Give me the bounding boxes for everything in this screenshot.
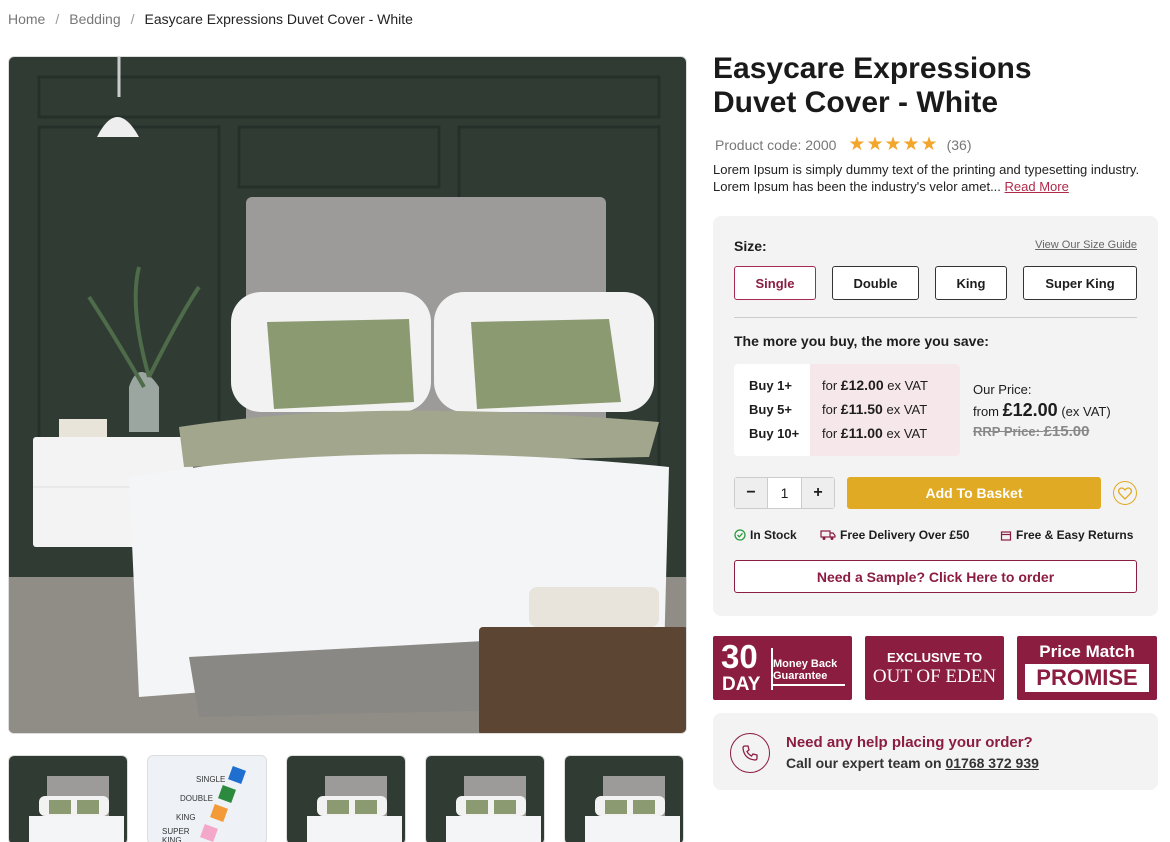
badge-text: EXCLUSIVE TO xyxy=(886,650,983,665)
badge-underline xyxy=(773,684,845,686)
breadcrumb: Home / Bedding / Easycare Expressions Du… xyxy=(8,11,413,27)
phone-icon[interactable] xyxy=(730,733,770,773)
brand-logo-text: OUT OF EDEN xyxy=(872,666,997,687)
thumbnail-3[interactable] xyxy=(286,755,406,842)
tier-price: for £11.50 ex VAT xyxy=(822,401,928,417)
breadcrumb-current: Easycare Expressions Duvet Cover - White xyxy=(144,11,413,27)
size-option-single[interactable]: Single xyxy=(734,266,816,300)
thumbnail-5[interactable] xyxy=(564,755,684,842)
quantity-stepper: − 1 + xyxy=(734,477,835,509)
bed-thumbnail-image xyxy=(287,756,405,842)
product-description: Lorem Ipsum is simply dummy text of the … xyxy=(713,161,1153,195)
description-text: Lorem Ipsum is simply dummy text of the … xyxy=(713,162,1140,194)
our-price: from £12.00 (ex VAT) xyxy=(973,400,1111,420)
price-tier-row: Buy 1+ for £12.00 ex VAT xyxy=(734,373,960,397)
exclusive-to-brand-badge: EXCLUSIVE TO OUT OF EDEN xyxy=(865,636,1004,700)
wishlist-heart-icon[interactable] xyxy=(1113,481,1137,505)
divider xyxy=(734,317,1137,318)
request-sample-button[interactable]: Need a Sample? Click Here to order xyxy=(734,560,1137,593)
order-help-box: Need any help placing your order? Call o… xyxy=(713,713,1158,790)
our-price-block: Our Price: from £12.00 (ex VAT) RRP Pric… xyxy=(973,380,1111,442)
purchase-panel: Size: View Our Size Guide Single Double … xyxy=(713,216,1158,616)
usp-in-stock: In Stock xyxy=(734,528,797,542)
usp-text: In Stock xyxy=(750,528,797,542)
help-call-text: Call our expert team on 01768 372 939 xyxy=(786,755,1039,771)
check-circle-icon xyxy=(734,529,746,541)
review-count[interactable]: (36) xyxy=(947,137,972,153)
usp-free-returns: Free & Easy Returns xyxy=(1000,528,1133,542)
add-to-basket-button[interactable]: Add To Basket xyxy=(847,477,1101,509)
badge-text: Price Match xyxy=(1039,642,1135,661)
thumbnail-strip: SINGLE DOUBLE KING SUPER KING xyxy=(8,755,684,842)
help-question: Need any help placing your order? xyxy=(786,734,1033,751)
thumbnail-4[interactable] xyxy=(425,755,545,842)
our-price-label: Our Price: xyxy=(973,382,1032,397)
badge-day: DAY xyxy=(722,674,761,695)
thumbnail-1[interactable] xyxy=(8,755,128,842)
price-tier-row: Buy 10+ for £11.00 ex VAT xyxy=(734,421,960,445)
badge-promise: PROMISE xyxy=(1025,664,1149,692)
usp-text: Free Delivery Over £50 xyxy=(840,528,970,542)
usp-text: Free & Easy Returns xyxy=(1016,528,1134,542)
bulk-discount-title: The more you buy, the more you save: xyxy=(734,333,989,349)
price-tier-table: Buy 1+ for £12.00 ex VAT Buy 5+ for £11.… xyxy=(734,364,960,456)
tier-qty: Buy 5+ xyxy=(749,401,792,417)
badge-text: Money Back Guarantee xyxy=(773,658,838,682)
breadcrumb-home[interactable]: Home xyxy=(8,11,45,27)
decrease-quantity-button[interactable]: − xyxy=(735,478,767,508)
price-match-promise-badge: Price Match PROMISE xyxy=(1017,636,1157,700)
rrp-price: RRP Price: £15.00 xyxy=(973,423,1090,440)
size-option-double[interactable]: Double xyxy=(832,266,919,300)
swatch-label: SINGLE xyxy=(196,775,226,784)
product-title-line: Easycare Expressions xyxy=(713,52,1032,85)
thumbnail-2-size-swatches[interactable]: SINGLE DOUBLE KING SUPER KING xyxy=(147,755,267,842)
product-meta: Product code: 2000 ★★★★★ (36) xyxy=(715,133,972,156)
badge-number: 30 xyxy=(721,638,758,675)
tier-qty: Buy 1+ xyxy=(749,377,792,393)
size-guide-link[interactable]: View Our Size Guide xyxy=(1035,239,1137,251)
star-rating-icon[interactable]: ★★★★★ xyxy=(848,133,938,156)
usp-free-delivery: Free Delivery Over £50 xyxy=(820,528,969,542)
bedroom-illustration xyxy=(9,57,686,733)
swatch-label: SUPER KING xyxy=(162,827,190,842)
tier-price: for £11.00 ex VAT xyxy=(822,425,928,441)
read-more-link[interactable]: Read More xyxy=(1005,179,1069,194)
breadcrumb-separator: / xyxy=(55,11,60,27)
breadcrumb-separator: / xyxy=(130,11,135,27)
returns-box-icon xyxy=(1000,531,1012,541)
product-title-line: Duvet Cover - White xyxy=(713,86,999,119)
product-title: Easycare Expressions Duvet Cover - White xyxy=(713,52,1153,120)
money-back-guarantee-badge: 30 DAY Money Back Guarantee xyxy=(713,636,852,700)
size-option-king[interactable]: King xyxy=(935,266,1007,300)
product-main-image[interactable] xyxy=(8,56,687,734)
product-code: Product code: 2000 xyxy=(715,136,837,153)
bed-thumbnail-image xyxy=(426,756,544,842)
size-label: Size: xyxy=(734,238,767,254)
increase-quantity-button[interactable]: + xyxy=(802,478,834,508)
bed-thumbnail-image xyxy=(9,756,127,842)
tier-qty: Buy 10+ xyxy=(749,425,800,441)
bed-thumbnail-image xyxy=(565,756,683,842)
breadcrumb-bedding[interactable]: Bedding xyxy=(69,11,120,27)
tier-price: for £12.00 ex VAT xyxy=(822,377,928,393)
quantity-input[interactable]: 1 xyxy=(767,478,802,508)
price-tier-row: Buy 5+ for £11.50 ex VAT xyxy=(734,397,960,421)
phone-number-link[interactable]: 01768 372 939 xyxy=(945,755,1038,771)
delivery-truck-icon xyxy=(820,530,836,540)
size-option-super-king[interactable]: Super King xyxy=(1023,266,1137,300)
